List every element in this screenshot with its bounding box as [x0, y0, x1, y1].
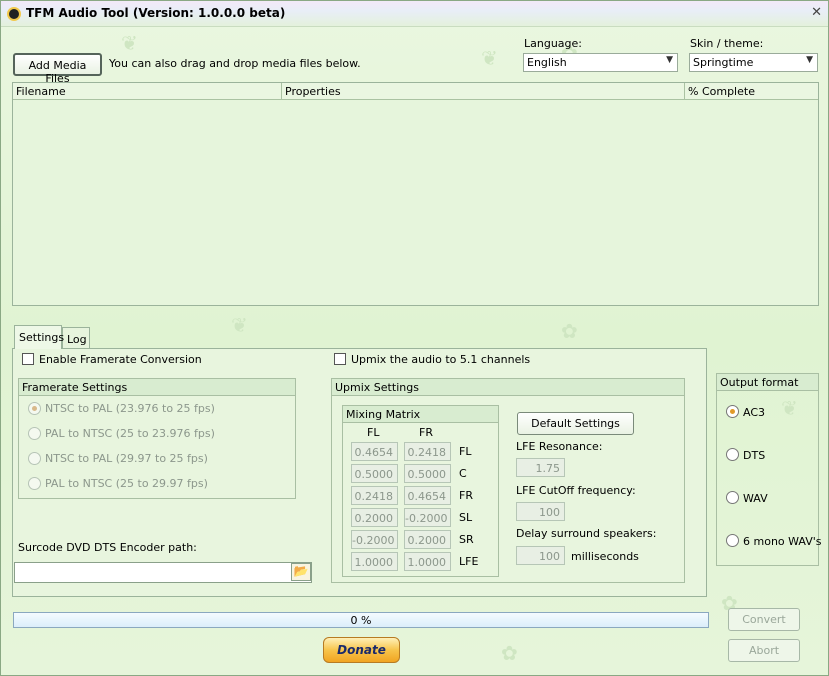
matrix-row-label: SR — [459, 533, 474, 546]
donate-button[interactable]: Donate — [323, 637, 400, 663]
app-window: ❦ ✿ ❦ ✿ ✿ ❦ ✿ ❦ ✿ ✿ TFM Audio Tool (Vers… — [0, 0, 829, 676]
flower-decor-icon: ✿ — [501, 641, 518, 665]
app-logo-icon — [7, 7, 21, 21]
output-wav-radio[interactable] — [726, 491, 739, 504]
pal-ntsc-2997-label: PAL to NTSC (25 to 29.97 fps) — [45, 477, 208, 490]
window-title: TFM Audio Tool (Version: 1.0.0.0 beta) — [26, 6, 286, 20]
upmix-label: Upmix the audio to 5.1 channels — [351, 353, 531, 366]
upmix-settings-title: Upmix Settings — [332, 379, 684, 396]
pal-ntsc-2997-radio[interactable] — [28, 477, 41, 490]
language-label: Language: — [524, 37, 582, 50]
matrix-row-label: C — [459, 467, 467, 480]
matrix-col-fr: FR — [419, 426, 433, 439]
list-header: Filename Properties % Complete — [13, 83, 818, 100]
output-mono-wav-radio[interactable] — [726, 534, 739, 547]
matrix-fl-sr[interactable]: -0.2000 — [351, 530, 398, 549]
matrix-row-label: FL — [459, 445, 472, 458]
delay-label: Delay surround speakers: — [516, 527, 657, 540]
default-settings-button[interactable]: Default Settings — [517, 412, 634, 435]
ntsc-pal-2997-label: NTSC to PAL (29.97 to 25 fps) — [45, 452, 208, 465]
progress-bar: 0 % — [13, 612, 709, 628]
matrix-row-label: LFE — [459, 555, 479, 568]
matrix-row-label: FR — [459, 489, 473, 502]
matrix-fr-sl[interactable]: -0.2000 — [404, 508, 451, 527]
matrix-fr-lfe[interactable]: 1.0000 — [404, 552, 451, 571]
ntsc-pal-23976-label: NTSC to PAL (23.976 to 25 fps) — [45, 402, 215, 415]
output-wav-label: WAV — [743, 492, 768, 505]
matrix-fl-sl[interactable]: 0.2000 — [351, 508, 398, 527]
matrix-fr-fr[interactable]: 0.4654 — [404, 486, 451, 505]
ntsc-pal-23976-radio[interactable] — [28, 402, 41, 415]
matrix-col-fl: FL — [367, 426, 380, 439]
lfe-cutoff-label: LFE CutOff frequency: — [516, 484, 636, 497]
convert-button[interactable]: Convert — [728, 608, 800, 631]
skin-label: Skin / theme: — [690, 37, 764, 50]
lfe-resonance-input[interactable]: 1.75 — [516, 458, 565, 477]
butterfly-decor-icon: ❦ — [481, 46, 498, 70]
output-ac3-radio[interactable] — [726, 405, 739, 418]
flower-decor-icon: ✿ — [561, 319, 578, 343]
column-properties[interactable]: Properties — [282, 83, 685, 100]
output-ac3-label: AC3 — [743, 406, 766, 419]
chevron-down-icon: ▼ — [806, 55, 813, 65]
upmix-checkbox[interactable] — [334, 353, 346, 365]
output-format-title: Output format — [717, 374, 818, 391]
matrix-fl-lfe[interactable]: 1.0000 — [351, 552, 398, 571]
tab-settings[interactable]: Settings — [14, 325, 64, 349]
delay-input[interactable]: 100 — [516, 546, 565, 565]
output-dts-radio[interactable] — [726, 448, 739, 461]
pal-ntsc-23976-radio[interactable] — [28, 427, 41, 440]
lfe-cutoff-input[interactable]: 100 — [516, 502, 565, 521]
matrix-fr-fl[interactable]: 0.2418 — [404, 442, 451, 461]
column-filename[interactable]: Filename — [13, 83, 282, 100]
matrix-fl-fr[interactable]: 0.2418 — [351, 486, 398, 505]
lfe-resonance-label: LFE Resonance: — [516, 440, 603, 453]
language-select[interactable]: English ▼ — [523, 53, 678, 72]
language-value: English — [527, 56, 567, 69]
output-dts-label: DTS — [743, 449, 766, 462]
progress-text: 0 % — [350, 614, 372, 627]
framerate-settings-title: Framerate Settings — [19, 379, 295, 396]
ntsc-pal-2997-radio[interactable] — [28, 452, 41, 465]
folder-open-icon[interactable]: 📂 — [291, 563, 311, 581]
column-complete[interactable]: % Complete — [685, 83, 818, 100]
skin-value: Springtime — [693, 56, 754, 69]
encoder-path-label: Surcode DVD DTS Encoder path: — [18, 541, 197, 554]
matrix-fl-fl[interactable]: 0.4654 — [351, 442, 398, 461]
encoder-path-input[interactable] — [14, 562, 312, 583]
drag-drop-hint: You can also drag and drop media files b… — [109, 57, 361, 70]
mixing-matrix-title: Mixing Matrix — [343, 406, 498, 423]
matrix-row-label: SL — [459, 511, 473, 524]
delay-unit-label: milliseconds — [571, 550, 639, 563]
butterfly-decor-icon: ❦ — [231, 313, 248, 337]
matrix-fr-c[interactable]: 0.5000 — [404, 464, 451, 483]
skin-select[interactable]: Springtime ▼ — [689, 53, 818, 72]
title-bar: TFM Audio Tool (Version: 1.0.0.0 beta) ✕ — [1, 1, 828, 27]
tab-log[interactable]: Log — [62, 327, 90, 349]
matrix-fl-c[interactable]: 0.5000 — [351, 464, 398, 483]
matrix-fr-sr[interactable]: 0.2000 — [404, 530, 451, 549]
add-media-files-button[interactable]: Add Media Files — [13, 53, 102, 85]
close-icon[interactable]: ✕ — [811, 5, 822, 20]
output-mono-wav-label: 6 mono WAV's — [743, 535, 822, 548]
abort-button[interactable]: Abort — [728, 639, 800, 662]
pal-ntsc-23976-label: PAL to NTSC (25 to 23.976 fps) — [45, 427, 215, 440]
media-file-list[interactable]: Filename Properties % Complete — [12, 82, 819, 306]
butterfly-decor-icon: ❦ — [121, 31, 138, 55]
enable-framerate-label: Enable Framerate Conversion — [39, 353, 202, 366]
enable-framerate-checkbox[interactable] — [22, 353, 34, 365]
chevron-down-icon: ▼ — [666, 55, 673, 65]
